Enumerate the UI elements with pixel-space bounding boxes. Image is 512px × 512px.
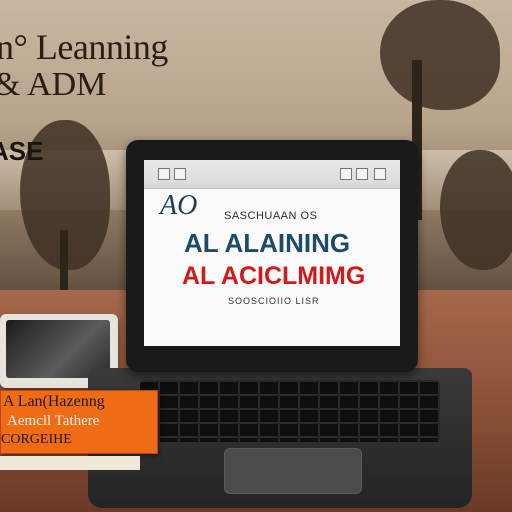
photo-scene: n° Leanning & ADM ASE AO SASCHUAAN OS AL… — [0, 0, 512, 512]
note-line-1: A Lan(Hazenng — [3, 393, 105, 410]
overlay-title-line-2: & ADM — [0, 66, 107, 103]
tree-right — [380, 0, 500, 110]
toolbar-button-4[interactable] — [356, 168, 368, 180]
white-card-edge — [0, 456, 140, 470]
overlay-title-line-3: ASE — [0, 136, 44, 166]
screen-toolbar — [144, 160, 400, 189]
note-line-2: Aemcll Tathere — [7, 413, 100, 429]
toolbar-button-1[interactable] — [158, 168, 170, 180]
orange-note: A Lan(Hazenng Aemcll Tathere CORGEIHE — [0, 390, 158, 454]
note-line-3: CORGEIHE — [1, 432, 72, 447]
laptop-trackpad — [224, 448, 362, 494]
toolbar-button-2[interactable] — [174, 168, 186, 180]
toolbar-button-5[interactable] — [374, 168, 386, 180]
screen-headline-1: AL ALAINING — [184, 228, 351, 258]
screen-logo: AO — [160, 190, 198, 221]
tree-left-trunk — [60, 230, 68, 290]
screen-subtitle: SASCHUAAN OS — [224, 210, 318, 222]
toolbar-button-3[interactable] — [340, 168, 352, 180]
screen-headline-2: AL ACICLMIMG — [182, 262, 366, 290]
laptop-screen: AO SASCHUAAN OS AL ALAINING AL ACICLMIMG… — [144, 160, 400, 346]
laptop-keyboard — [140, 380, 440, 442]
overlay-title-line-1: n° Leanning — [0, 27, 168, 67]
screen-footer: SOOSCIOIIO LISR — [228, 296, 320, 306]
